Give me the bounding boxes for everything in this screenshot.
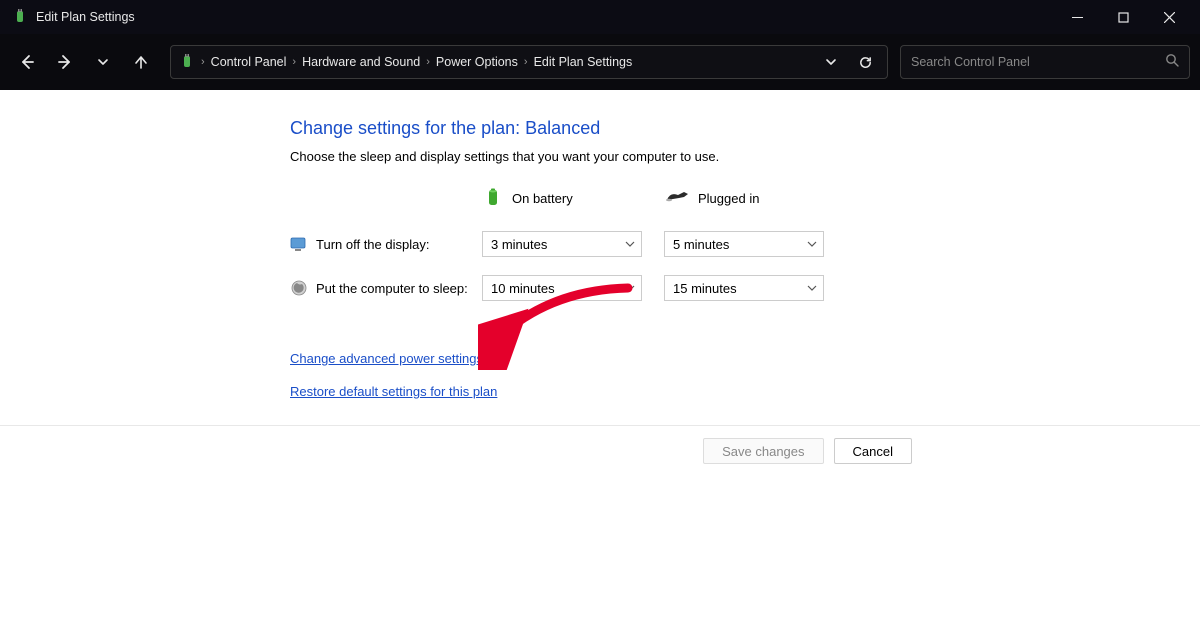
minimize-button[interactable]	[1054, 0, 1100, 34]
row-label-display: Turn off the display:	[290, 235, 482, 253]
app-icon	[12, 9, 28, 25]
navbar: › Control Panel › Hardware and Sound › P…	[0, 34, 1200, 90]
window-title: Edit Plan Settings	[36, 10, 1054, 24]
footer: Save changes Cancel	[0, 425, 1200, 476]
display-icon	[290, 235, 308, 253]
breadcrumb-item[interactable]: Edit Plan Settings	[534, 55, 633, 69]
page-subtext: Choose the sleep and display settings th…	[290, 149, 1200, 164]
display-battery-dropdown[interactable]: 3 minutes	[482, 231, 642, 257]
search-icon	[1165, 53, 1179, 72]
chevron-down-icon	[625, 237, 635, 252]
recent-button[interactable]	[86, 45, 120, 79]
sleep-plugged-dropdown[interactable]: 15 minutes	[664, 275, 824, 301]
chevron-down-icon	[807, 237, 817, 252]
location-icon	[179, 54, 195, 70]
maximize-button[interactable]	[1100, 0, 1146, 34]
back-button[interactable]	[10, 45, 44, 79]
battery-icon	[482, 186, 504, 211]
advanced-settings-link[interactable]: Change advanced power settings	[290, 351, 483, 366]
breadcrumb-item[interactable]: Control Panel	[211, 55, 287, 69]
up-button[interactable]	[124, 45, 158, 79]
chevron-right-icon: ›	[426, 56, 430, 68]
cancel-button[interactable]: Cancel	[834, 438, 912, 464]
row-label-sleep: Put the computer to sleep:	[290, 279, 482, 297]
chevron-down-icon	[625, 281, 635, 296]
titlebar: Edit Plan Settings	[0, 0, 1200, 34]
restore-defaults-link[interactable]: Restore default settings for this plan	[290, 384, 497, 399]
breadcrumb-item[interactable]: Hardware and Sound	[302, 55, 420, 69]
display-plugged-dropdown[interactable]: 5 minutes	[664, 231, 824, 257]
address-dropdown-button[interactable]	[817, 48, 845, 76]
search-box[interactable]	[900, 45, 1190, 79]
chevron-right-icon: ›	[292, 56, 296, 68]
column-header-battery: On battery	[482, 186, 646, 211]
chevron-down-icon	[807, 281, 817, 296]
close-button[interactable]	[1146, 0, 1192, 34]
forward-button[interactable]	[48, 45, 82, 79]
chevron-right-icon: ›	[201, 56, 205, 68]
sleep-battery-dropdown[interactable]: 10 minutes	[482, 275, 642, 301]
chevron-right-icon: ›	[524, 56, 528, 68]
address-bar[interactable]: › Control Panel › Hardware and Sound › P…	[170, 45, 888, 79]
search-input[interactable]	[911, 55, 1165, 69]
plug-icon	[664, 188, 690, 209]
column-header-plugged: Plugged in	[664, 188, 828, 209]
breadcrumb-item[interactable]: Power Options	[436, 55, 518, 69]
save-button[interactable]: Save changes	[703, 438, 823, 464]
content-area: Change settings for the plan: Balanced C…	[0, 90, 1200, 401]
page-title: Change settings for the plan: Balanced	[290, 118, 1200, 139]
refresh-button[interactable]	[851, 48, 879, 76]
sleep-icon	[290, 279, 308, 297]
